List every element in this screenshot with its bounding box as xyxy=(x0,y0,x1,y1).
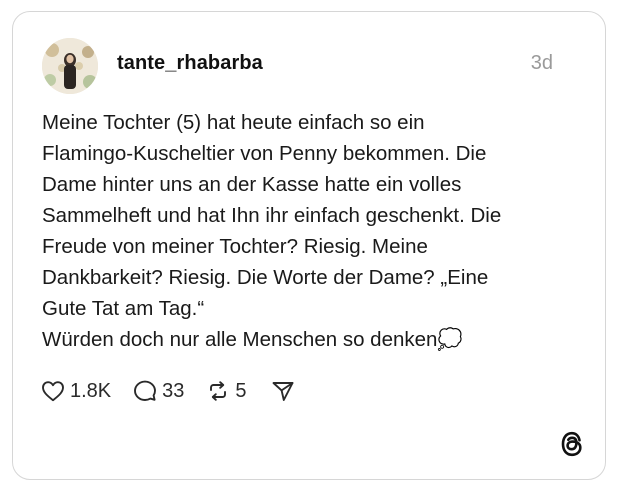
heart-icon xyxy=(42,381,64,402)
like-button[interactable]: 1.8K xyxy=(41,380,111,403)
avatar[interactable] xyxy=(42,38,98,94)
repost-arrows-icon xyxy=(210,381,227,401)
threads-logo-glyph xyxy=(561,431,582,457)
post-text-line: Dankbarkeit? Riesig. Die Worte der Dame?… xyxy=(42,266,489,289)
username[interactable]: tante_rhabarba xyxy=(117,52,263,75)
post-text-line: Meine Tochter (5) hat heute einfach so e… xyxy=(42,111,425,134)
post-text-line: Freude von meiner Tochter? Riesig. Meine xyxy=(42,235,428,258)
like-count: 1.8K xyxy=(70,379,112,402)
speech-bubble-icon xyxy=(134,380,157,401)
post-text-line: Sammelheft und hat Ihn ihr einfach gesch… xyxy=(42,204,502,227)
paper-plane-icon xyxy=(272,382,293,401)
post-timestamp: 3d xyxy=(530,52,553,74)
share-button[interactable] xyxy=(271,379,295,403)
post-text: Meine Tochter (5) hat heute einfach so e… xyxy=(42,107,587,355)
threads-logo-icon[interactable] xyxy=(559,430,585,458)
repost-count: 5 xyxy=(235,379,247,402)
repost-button[interactable]: 5 xyxy=(206,379,247,403)
threads-post-card: tante_rhabarba 3d Meine Tochter (5) hat … xyxy=(12,11,606,480)
avatar-photo-icon xyxy=(42,38,98,94)
reply-button[interactable]: 33 xyxy=(133,379,184,403)
post-actions: 1.8K 33 5 xyxy=(41,376,317,406)
post-text-line: Würden doch nur alle Menschen so denken💭 xyxy=(42,328,463,351)
reply-count: 33 xyxy=(162,379,185,402)
post-text-line: Gute Tat am Tag.“ xyxy=(42,297,205,320)
post-text-line: Dame hinter uns an der Kasse hatte ein v… xyxy=(42,173,462,196)
post-text-line: Flamingo-Kuscheltier von Penny bekommen.… xyxy=(42,142,487,165)
